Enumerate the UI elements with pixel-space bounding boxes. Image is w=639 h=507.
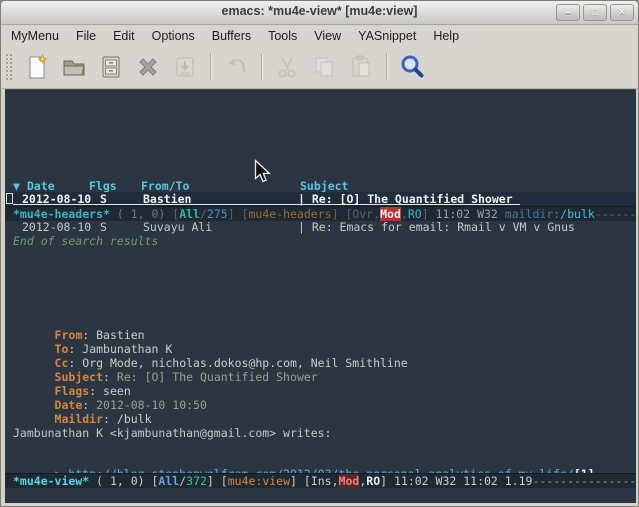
row-subject: | Re: Emacs for email: Rmail v VM v Gnus (298, 220, 575, 234)
headers-column-row: ▼ Date Flgs From/To Subject (5, 179, 636, 193)
save-icon (171, 53, 199, 81)
paste-icon (347, 53, 375, 81)
paste-button (346, 52, 376, 82)
maximize-button[interactable]: □ (583, 4, 607, 21)
row-subject: | Re: [O] The Quantified Shower (298, 192, 513, 206)
message-header-to: To: Jambunathan K (13, 328, 172, 342)
flag-ovr: Ovr (352, 207, 373, 221)
row-from: Suvayu Ali (143, 220, 212, 234)
modeline-filler: -------- (595, 207, 636, 221)
end-of-search-results: End of search results (13, 234, 158, 248)
minimize-icon: – (565, 7, 571, 18)
buffer-name: *mu4e-headers* (13, 207, 110, 221)
maximize-icon: □ (592, 7, 598, 18)
modeline-headers: *mu4e-headers* ( 1, 0) [ All / 275 ] [ m… (5, 206, 636, 221)
new-file-button[interactable] (22, 52, 52, 82)
major-mode: mu4e-headers (248, 207, 331, 221)
toolbar-drag-handle[interactable] (5, 53, 13, 81)
buffer-name: *mu4e-view* (13, 474, 89, 488)
flag-readonly: RO (408, 207, 422, 221)
row-flags: S (100, 220, 107, 234)
open-file-button[interactable] (59, 52, 89, 82)
message-row-selected[interactable]: 2012-08-10 S Bastien | Re: [O] The Quant… (5, 192, 636, 206)
flag-modified: Mod (339, 474, 360, 488)
menu-bar: MyMenu File Edit Options Buffers Tools V… (1, 26, 638, 46)
search-button[interactable] (397, 52, 427, 82)
close-buffer-button[interactable] (133, 52, 163, 82)
message-header-subject: Subject: Re: [O] The Quantified Shower (13, 356, 318, 370)
message-row[interactable]: 2012-08-10 S Suvayu Ali | Re: Emacs for … (5, 220, 636, 234)
column-subject[interactable]: Subject (300, 179, 348, 193)
message-body-quote-line: > http://blog.stephenwolfram.com/2012/03… (13, 453, 595, 467)
emacs-frame-content: ▼ Date Flgs From/To Subject 2012-08-10 S… (5, 89, 636, 503)
cut-button (272, 52, 302, 82)
directory-icon (97, 53, 125, 81)
copy-button (309, 52, 339, 82)
menu-item-help[interactable]: Help (433, 29, 459, 43)
search-icon (398, 53, 426, 81)
message-header-flags: Flags: seen (13, 370, 131, 384)
message-header-date: Date: 2012-08-10 10:50 (13, 384, 207, 398)
menu-item-buffers[interactable]: Buffers (212, 29, 251, 43)
modeline-time: 11:02 W32 (436, 207, 505, 221)
flag-modified: Mod (380, 207, 401, 221)
message-header-cc: Cc: Org Mode, nicholas.dokos@hp.com, Nei… (13, 342, 408, 356)
flag-readonly: RO (366, 474, 380, 488)
maildir-label: maildir: (505, 207, 560, 221)
save-button (170, 52, 200, 82)
menu-item-options[interactable]: Options (152, 29, 195, 43)
window-controls: – □ × (556, 4, 634, 21)
row-flags: S (100, 192, 107, 206)
flag-ins: Ins (311, 474, 332, 488)
cursor-position: ( 1, 0) (89, 474, 151, 488)
close-button[interactable]: × (610, 4, 634, 21)
new-file-icon (23, 53, 51, 81)
menu-item-tools[interactable]: Tools (268, 29, 297, 43)
row-date: 2012-08-10 (22, 192, 91, 206)
row-date: 2012-08-10 (22, 220, 91, 234)
modeline-time: 11:02 W32 11:02 1.19 (394, 474, 532, 488)
row-from: Bastien (143, 192, 191, 206)
cut-icon (273, 53, 301, 81)
filter-all: All (158, 474, 179, 488)
echo-area[interactable] (5, 488, 636, 503)
cursor-position: ( 1, 0) (110, 207, 172, 221)
menu-item-mymenu[interactable]: MyMenu (11, 29, 59, 43)
window-title: emacs: *mu4e-view* [mu4e:view] (1, 4, 638, 18)
toolbar-separator (386, 54, 387, 80)
titlebar[interactable]: emacs: *mu4e-view* [mu4e:view] – □ × (1, 1, 638, 25)
modeline-filler: ---------------- (532, 474, 636, 488)
menu-item-view[interactable]: View (314, 29, 341, 43)
sort-indicator-icon[interactable]: ▼ (13, 179, 20, 193)
close-icon: × (619, 7, 625, 18)
undo-icon (222, 53, 250, 81)
menu-item-edit[interactable]: Edit (113, 29, 135, 43)
message-count: 275 (207, 207, 228, 221)
minimize-button[interactable]: – (556, 4, 580, 21)
undo-button (221, 52, 251, 82)
filter-all: All (179, 207, 200, 221)
column-date[interactable]: Date (27, 179, 55, 193)
message-body-intro: Jambunathan K <kjambunathan@gmail.com> w… (13, 426, 332, 440)
message-header-maildir: Maildir: /bulk (13, 398, 152, 412)
open-file-icon (60, 53, 88, 81)
major-mode: mu4e:view (228, 474, 290, 488)
message-header-from: From: Bastien (13, 314, 145, 328)
menu-item-yasnippet[interactable]: YASnippet (358, 29, 416, 43)
column-from[interactable]: From/To (141, 179, 189, 193)
message-count: 372 (186, 474, 207, 488)
mouse-cursor (254, 159, 271, 190)
toolbar-separator (261, 54, 262, 80)
close-buffer-icon (134, 53, 162, 81)
toolbar-separator (210, 54, 211, 80)
column-flags[interactable]: Flgs (89, 179, 117, 193)
toolbar (1, 46, 638, 89)
directory-button[interactable] (96, 52, 126, 82)
maildir-value: /bulk (560, 207, 595, 221)
copy-icon (310, 53, 338, 81)
menu-item-file[interactable]: File (76, 29, 96, 43)
emacs-window: emacs: *mu4e-view* [mu4e:view] – □ × MyM… (0, 0, 639, 507)
modeline-view: *mu4e-view* ( 1, 0) [ All / 372 ] [ mu4e… (5, 473, 636, 488)
